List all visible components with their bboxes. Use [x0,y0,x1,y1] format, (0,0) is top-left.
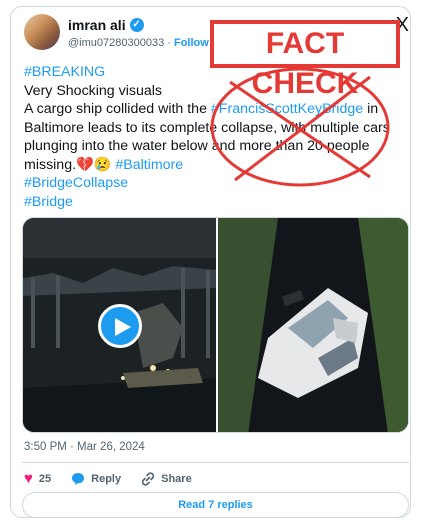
car-photo[interactable] [218,218,408,432]
tweet-line-text: A cargo ship collided with the [24,101,211,117]
tweet-timestamp[interactable]: 3:50 PM · Mar 26, 2024 [24,441,145,453]
reply-button[interactable]: Reply [71,472,121,486]
action-bar: ♥ 25 Reply Share [24,470,212,487]
separator: · [167,37,171,49]
divider [22,462,409,463]
reply-label: Reply [91,472,122,485]
tweet-line-text: missing. [24,156,77,173]
verified-icon: ✓ [129,18,144,32]
handle[interactable]: @imu07280300033 [68,37,164,49]
fact-check-stamp: FACT CHECK [210,20,400,100]
heart-icon: ♥ [24,470,33,487]
like-button[interactable]: ♥ 25 [24,470,51,487]
play-button[interactable] [98,304,142,348]
avatar[interactable] [24,14,60,50]
hashtag-baltimore[interactable]: #Baltimore [115,157,183,173]
play-icon [115,318,131,336]
display-name[interactable]: imran ali [68,17,126,33]
video-thumbnail[interactable] [23,218,216,432]
share-label: Share [161,472,192,485]
read-replies-button[interactable]: Read 7 replies [22,492,409,518]
car-in-river-graphic [218,218,408,432]
follow-button[interactable]: Follow [174,37,209,49]
share-link-icon [142,471,155,486]
author-name-row: imran ali ✓ [68,17,144,33]
like-count: 25 [38,472,52,485]
emoji: 💔😢 [76,156,112,173]
media-container [22,217,409,433]
fact-check-cross-icon [210,67,390,187]
hashtag-bridge[interactable]: #Bridge [24,193,404,212]
share-button[interactable]: Share [141,471,192,486]
reply-bubble-icon [72,472,85,485]
handle-row: @imu07280300033 · Follow [68,37,209,49]
